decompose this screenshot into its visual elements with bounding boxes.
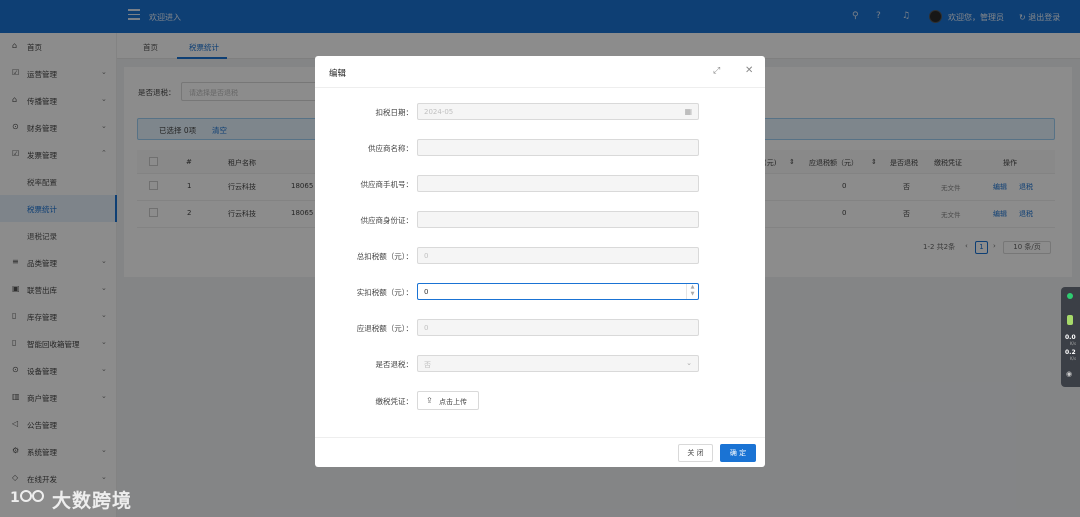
fullscreen-icon[interactable]: ⤢ [713,66,720,76]
total-tax-label: 总扣税额（元）： [356,252,413,261]
actual-tax-input[interactable]: 0 ▲ ▼ [417,283,699,300]
is-refund-value: 否 [424,361,431,369]
number-stepper[interactable]: ▲ ▼ [686,284,698,299]
supplier-name-field[interactable] [417,139,699,156]
supplier-name-label: 供应商名称： [368,144,413,153]
stepper-up-icon[interactable]: ▲ [687,284,698,291]
battery-icon [1067,315,1073,325]
supplier-phone-field[interactable] [417,175,699,192]
download-unit: K/s [1070,356,1077,361]
modal-title: 编辑 [329,69,347,79]
status-dot-icon [1067,293,1073,299]
tax-date-label: 扣税日期： [375,108,414,117]
upload-unit: K/s [1070,341,1077,346]
supplier-id-label: 供应商身份证： [360,216,414,225]
calendar-icon: ▦ [684,107,692,116]
svg-text:1: 1 [10,490,20,506]
close-button[interactable]: 关 闭 [678,444,713,462]
total-tax-field[interactable]: 0 [417,247,699,264]
edit-modal: 编辑 ⤢ ✕ 扣税日期： 2024-05 ▦ 供应商名称： 供应商手机号： 供应… [315,56,765,467]
stepper-down-icon[interactable]: ▼ [687,291,698,298]
refund-tax-label: 应退税额（元）： [356,324,413,333]
modal-header: 编辑 ⤢ ✕ [315,56,765,88]
network-monitor-widget[interactable]: 0.0 K/s 0.2 K/s ◉ [1061,287,1080,387]
tax-date-picker[interactable]: 2024-05 ▦ [417,103,699,120]
upload-speed: 0.0 [1065,334,1076,341]
upload-label: 点击上传 [439,398,467,406]
tax-date-value: 2024-05 [424,108,454,116]
refund-tax-field[interactable]: 0 [417,319,699,336]
refund-tax-value: 0 [424,324,429,332]
is-refund-label: 是否退税： [375,360,414,369]
download-speed: 0.2 [1065,349,1076,356]
watermark-text: 大数跨境 [52,490,133,512]
watermark-logo: 1 [10,490,44,506]
chevron-down-icon: ⌄ [686,359,692,367]
is-refund-select[interactable]: 否 ⌄ [417,355,699,372]
confirm-button[interactable]: 确 定 [720,444,756,462]
actual-tax-label: 实扣税额（元）： [356,288,413,297]
modal-footer: 关 闭 确 定 [315,437,765,467]
actual-tax-value: 0 [424,288,429,296]
supplier-id-field[interactable] [417,211,699,228]
total-tax-value: 0 [424,252,429,260]
proof-label: 缴税凭证： [375,397,414,406]
upload-button[interactable]: ⇪ 点击上传 [417,391,479,410]
close-icon[interactable]: ✕ [745,65,753,76]
upload-icon: ⇪ [426,396,433,405]
camera-icon[interactable]: ◉ [1066,370,1072,378]
supplier-phone-label: 供应商手机号： [360,180,414,189]
